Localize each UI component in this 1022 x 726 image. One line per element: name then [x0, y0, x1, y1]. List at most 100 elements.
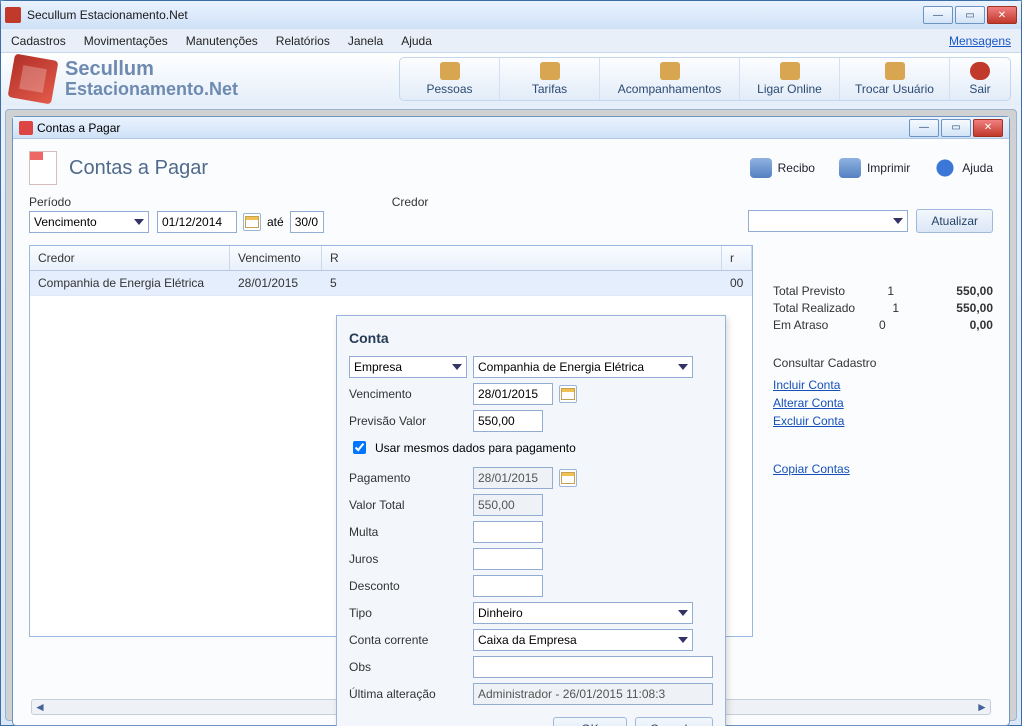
- recibo-label: Recibo: [778, 161, 815, 175]
- acompanhamentos-icon: [660, 62, 680, 80]
- inner-maximize-button[interactable]: ▭: [941, 119, 971, 137]
- total-realizado-label: Total Realizado: [773, 301, 855, 315]
- juros-input[interactable]: [473, 548, 543, 570]
- trocar-icon: [885, 62, 905, 80]
- modal-title: Conta: [349, 330, 713, 346]
- imprimir-button[interactable]: Imprimir: [839, 158, 910, 178]
- toolbar-trocar-label: Trocar Usuário: [855, 82, 934, 96]
- menu-movimentacoes[interactable]: Movimentações: [84, 34, 168, 48]
- calendar-from-icon[interactable]: [243, 213, 261, 231]
- tarifas-icon: [540, 62, 560, 80]
- brand-line1: Secullum: [65, 58, 238, 80]
- scroll-left-arrow-icon[interactable]: ◄: [32, 700, 48, 714]
- toolbar-pessoas[interactable]: Pessoas: [400, 58, 500, 100]
- maximize-button[interactable]: ▭: [955, 6, 985, 24]
- page-icon: [29, 151, 57, 185]
- multa-input[interactable]: [473, 521, 543, 543]
- juros-label: Juros: [349, 552, 467, 566]
- vencimento-input[interactable]: [473, 383, 553, 405]
- printer-icon: [839, 158, 861, 178]
- desconto-input[interactable]: [473, 575, 543, 597]
- em-atraso-val: 0,00: [913, 318, 993, 332]
- grid-header-vencimento[interactable]: Vencimento: [230, 246, 322, 270]
- inner-window-title: Contas a Pagar: [37, 121, 120, 135]
- menu-relatorios[interactable]: Relatórios: [276, 34, 330, 48]
- usar-mesmos-dados-label: Usar mesmos dados para pagamento: [375, 441, 576, 455]
- menu-janela[interactable]: Janela: [348, 34, 383, 48]
- close-button[interactable]: ✕: [987, 6, 1017, 24]
- periodo-label: Período: [29, 195, 149, 209]
- toolbar-tarifas-label: Tarifas: [532, 82, 567, 96]
- ok-button[interactable]: OK: [553, 717, 627, 726]
- toolbar-sair[interactable]: Sair: [950, 58, 1010, 100]
- ajuda-button[interactable]: Ajuda: [934, 158, 993, 178]
- usar-mesmos-dados-checkbox[interactable]: [353, 441, 366, 454]
- recibo-button[interactable]: Recibo: [750, 158, 815, 178]
- obs-input[interactable]: [473, 656, 713, 678]
- ligar-icon: [780, 62, 800, 80]
- inner-close-button[interactable]: ✕: [973, 119, 1003, 137]
- total-realizado-count: 1: [869, 301, 899, 315]
- toolbar-ligar-label: Ligar Online: [757, 82, 822, 96]
- grid-header-credor[interactable]: Credor: [30, 246, 230, 270]
- pagamento-label: Pagamento: [349, 471, 467, 485]
- menu-ajuda[interactable]: Ajuda: [401, 34, 432, 48]
- cell-vencimento: 28/01/2015: [230, 271, 322, 295]
- excluir-conta-link[interactable]: Excluir Conta: [773, 414, 993, 428]
- brand-logo-icon: [8, 54, 59, 105]
- toolbar-pessoas-label: Pessoas: [426, 82, 472, 96]
- atualizar-button[interactable]: Atualizar: [916, 209, 993, 233]
- calendar-pag-icon[interactable]: [559, 469, 577, 487]
- total-previsto-label: Total Previsto: [773, 284, 845, 298]
- toolbar-sair-label: Sair: [969, 82, 990, 96]
- copiar-contas-link[interactable]: Copiar Contas: [773, 462, 993, 476]
- incluir-conta-link[interactable]: Incluir Conta: [773, 378, 993, 392]
- date-from-input[interactable]: [157, 211, 237, 233]
- table-row[interactable]: Companhia de Energia Elétrica 28/01/2015…: [30, 271, 752, 296]
- cancelar-button[interactable]: Cancelar: [635, 717, 713, 726]
- valor-total-input: [473, 494, 543, 516]
- multa-label: Multa: [349, 525, 467, 539]
- help-icon: [934, 158, 956, 178]
- toolbar-acompanhamentos[interactable]: Acompanhamentos: [600, 58, 740, 100]
- credor-filter-select[interactable]: [748, 210, 908, 232]
- periodo-select[interactable]: Vencimento: [29, 211, 149, 233]
- inner-window-icon: [19, 121, 33, 135]
- tipo-conta-select[interactable]: Empresa: [349, 356, 467, 378]
- menu-cadastros[interactable]: Cadastros: [11, 34, 66, 48]
- window-title: Secullum Estacionamento.Net: [27, 8, 923, 22]
- pagamento-input: [473, 467, 553, 489]
- cell-credor: Companhia de Energia Elétrica: [30, 271, 230, 295]
- consultar-cadastro-label: Consultar Cadastro: [773, 356, 993, 370]
- previsao-valor-input[interactable]: [473, 410, 543, 432]
- previsao-valor-label: Previsão Valor: [349, 414, 467, 428]
- desconto-label: Desconto: [349, 579, 467, 593]
- credor-select[interactable]: Companhia de Energia Elétrica: [473, 356, 693, 378]
- ajuda-label: Ajuda: [962, 161, 993, 175]
- tipo-select[interactable]: Dinheiro: [473, 602, 693, 624]
- total-previsto-count: 1: [864, 284, 894, 298]
- calendar-venc-icon[interactable]: [559, 385, 577, 403]
- toolbar-trocar-usuario[interactable]: Trocar Usuário: [840, 58, 950, 100]
- exit-icon: [970, 62, 990, 80]
- toolbar-ligar-online[interactable]: Ligar Online: [740, 58, 840, 100]
- grid-header-r[interactable]: R: [322, 246, 722, 270]
- ate-label: até: [267, 215, 284, 229]
- em-atraso-count: 0: [856, 318, 886, 332]
- obs-label: Obs: [349, 660, 467, 674]
- page-title: Contas a Pagar: [69, 157, 750, 180]
- messages-link[interactable]: Mensagens: [949, 34, 1011, 48]
- toolbar-tarifas[interactable]: Tarifas: [500, 58, 600, 100]
- total-realizado-val: 550,00: [913, 301, 993, 315]
- minimize-button[interactable]: —: [923, 6, 953, 24]
- date-to-input[interactable]: [290, 211, 324, 233]
- brand-line2: Estacionamento.Net: [65, 80, 238, 100]
- scroll-right-arrow-icon[interactable]: ►: [974, 700, 990, 714]
- menu-manutencoes[interactable]: Manutenções: [186, 34, 258, 48]
- credor-filter-label: Credor: [392, 195, 429, 209]
- inner-minimize-button[interactable]: —: [909, 119, 939, 137]
- grid-header-tail[interactable]: r: [722, 246, 752, 270]
- cell-r: 5: [322, 271, 722, 295]
- alterar-conta-link[interactable]: Alterar Conta: [773, 396, 993, 410]
- conta-corrente-select[interactable]: Caixa da Empresa: [473, 629, 693, 651]
